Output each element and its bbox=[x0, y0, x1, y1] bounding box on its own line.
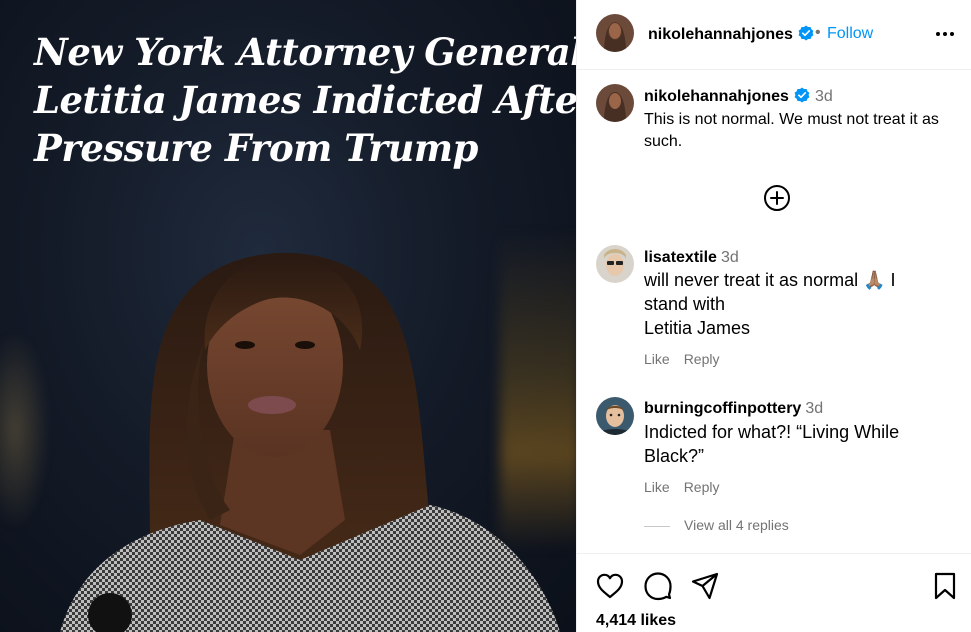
commenter-username[interactable]: burningcoffinpottery 3d bbox=[644, 400, 823, 418]
comment-text: will never treat it as normal 🙏🏽 I stand… bbox=[644, 268, 896, 340]
commenter-username-text[interactable]: burningcoffinpottery bbox=[644, 400, 801, 417]
comment-text: Indicted for what?! “Living While Black?… bbox=[644, 420, 899, 468]
verified-badge-icon bbox=[798, 25, 814, 41]
plus-circle-icon[interactable] bbox=[763, 184, 791, 212]
action-bar: 4,414 likes bbox=[577, 553, 971, 632]
headline-line: Letitia James Indicted After bbox=[34, 78, 576, 122]
author-username[interactable]: nikolehannahjones bbox=[648, 25, 814, 44]
comment-timestamp[interactable]: 3d bbox=[721, 249, 739, 266]
caption-username[interactable]: nikolehannahjones bbox=[644, 87, 810, 106]
caption-timestamp[interactable]: 3d bbox=[815, 88, 833, 106]
like-comment-button[interactable]: Like bbox=[644, 479, 670, 495]
reply-button[interactable]: Reply bbox=[684, 351, 720, 367]
author-username-text[interactable]: nikolehannahjones bbox=[648, 26, 793, 43]
view-replies-label[interactable]: View all 4 replies bbox=[684, 517, 789, 533]
post-image[interactable]: New York Attorney General Letitia James … bbox=[0, 0, 576, 632]
comment-line: stand with bbox=[644, 294, 726, 314]
caption-text: This is not normal. We must not treat it… bbox=[644, 111, 939, 150]
reply-button[interactable]: Reply bbox=[684, 479, 720, 495]
comment-icon[interactable] bbox=[643, 571, 673, 601]
replies-divider bbox=[644, 525, 670, 527]
comment-actions: Like Reply bbox=[644, 351, 733, 367]
like-comment-button[interactable]: Like bbox=[644, 351, 670, 367]
view-replies-button[interactable]: View all 4 replies bbox=[644, 517, 789, 533]
headline-line: Pressure From Trump bbox=[34, 126, 478, 170]
share-icon[interactable] bbox=[690, 571, 720, 601]
comment-timestamp[interactable]: 3d bbox=[805, 400, 823, 417]
more-horizontal-icon[interactable] bbox=[933, 22, 957, 46]
comment-line: Letitia James bbox=[644, 318, 751, 338]
follow-button[interactable]: Follow bbox=[827, 25, 873, 43]
comment-line: will never treat it as normal 🙏🏽 I bbox=[644, 270, 896, 290]
caption-avatar[interactable] bbox=[596, 84, 634, 122]
comment-line: Indicted for what?! “Living While bbox=[644, 422, 900, 442]
author-avatar[interactable] bbox=[596, 14, 634, 52]
headline-line: New York Attorney General bbox=[34, 30, 576, 74]
comment-line: Black?” bbox=[644, 446, 705, 466]
headline: New York Attorney General Letitia James … bbox=[34, 28, 576, 172]
verified-badge-icon bbox=[794, 87, 810, 103]
comment-actions: Like Reply bbox=[644, 479, 733, 495]
commenter-username[interactable]: lisatextile 3d bbox=[644, 249, 739, 267]
bookmark-icon[interactable] bbox=[930, 571, 960, 601]
commenter-avatar[interactable] bbox=[596, 245, 634, 283]
commenter-username-text[interactable]: lisatextile bbox=[644, 249, 717, 266]
likes-count[interactable]: 4,414 likes bbox=[596, 612, 676, 630]
post-header: nikolehannahjones • Follow bbox=[577, 0, 971, 70]
separator-dot: • bbox=[815, 24, 821, 41]
post-details-panel: nikolehannahjones • Follow nikolehannahj… bbox=[576, 0, 971, 632]
heart-icon[interactable] bbox=[595, 571, 625, 601]
commenter-avatar[interactable] bbox=[596, 397, 634, 435]
caption-username-text[interactable]: nikolehannahjones bbox=[644, 88, 789, 105]
